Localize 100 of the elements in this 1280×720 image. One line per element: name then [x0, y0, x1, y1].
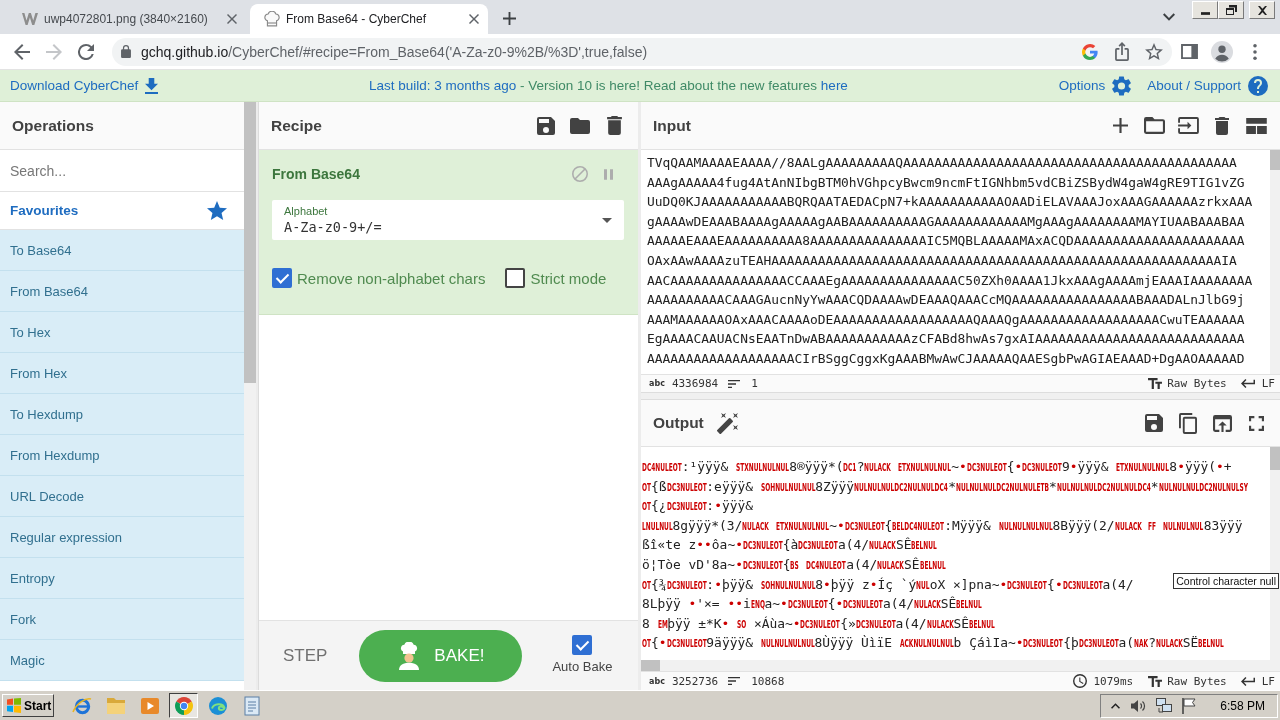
character-count: 3252736 — [671, 674, 719, 688]
link[interactable]: here — [820, 78, 848, 93]
chevron-down-icon[interactable] — [1163, 13, 1175, 21]
restore-button[interactable] — [1218, 1, 1244, 19]
play-icon — [139, 696, 160, 715]
save-icon[interactable] — [537, 116, 555, 135]
step-button[interactable]: STEP — [283, 645, 328, 666]
checkbox-label: Strict mode — [530, 269, 607, 287]
operation-item[interactable]: To Base64 — [0, 230, 244, 271]
scrollbar-thumb[interactable] — [1270, 150, 1280, 170]
text-format-icon — [1148, 378, 1163, 389]
reload-icon[interactable] — [78, 43, 94, 60]
save-icon[interactable] — [1145, 414, 1163, 432]
speaker-icon[interactable] — [1130, 698, 1147, 713]
download-link[interactable]: Download CyberChef — [10, 77, 159, 94]
lines-icon — [728, 379, 741, 388]
return-arrow-icon — [1240, 379, 1255, 388]
line-count: 1 — [751, 377, 758, 390]
output-line: OT{¾DC3NULEOT:•þÿÿ& SOHNULNULNUL8•þÿÿ z•Íç `ýNULoX ×]pna~•DC3NULEOT{•DC3NULEOTa(4/ — [642, 575, 1134, 594]
delete-icon[interactable] — [1215, 116, 1229, 135]
sidebar-icon[interactable] — [1180, 44, 1198, 59]
share-icon[interactable] — [1115, 42, 1129, 61]
scrollbar-thumb[interactable] — [641, 660, 660, 671]
operation-item[interactable]: To Hexdump — [0, 394, 244, 435]
line-ending-button[interactable]: LF — [1240, 377, 1275, 390]
checkbox[interactable] — [505, 268, 526, 288]
clock: 6:58 PM — [1220, 698, 1265, 713]
output-line: LNULNUL8gÿÿÿ*(3/NULACK ETXNULNULNUL~•DC3NULEOT{BELDC4NULEOT:Mÿÿÿ& NULNULNULNUL8Bÿÿÿ(2/NULACK FF NULNULNUL83ÿÿÿ — [642, 516, 1243, 535]
browser-tab[interactable]: uwp4072801.png (3840×2160) — [8, 4, 246, 34]
start-button[interactable]: Start — [2, 694, 54, 717]
copy-icon[interactable] — [1179, 412, 1197, 434]
checkbox[interactable] — [272, 268, 292, 288]
operation-item[interactable]: URL Decode — [0, 476, 244, 517]
tiles-icon[interactable] — [1245, 117, 1267, 134]
close-button[interactable] — [1249, 1, 1275, 19]
text-format-icon — [1148, 675, 1163, 687]
e-globe-icon — [71, 695, 92, 716]
chef-hat-icon — [264, 11, 280, 27]
encoding-button[interactable]: Raw Bytes — [1148, 377, 1227, 390]
browser-tab[interactable]: From Base64 - CyberChef — [250, 4, 488, 34]
folder-icon[interactable] — [1143, 117, 1165, 134]
star-icon — [207, 201, 227, 220]
profile-icon[interactable] — [1211, 40, 1233, 63]
panel-title: Input — [653, 116, 691, 135]
abc-label: abc — [649, 676, 665, 686]
line-ending-button[interactable]: LF — [1240, 674, 1275, 688]
gear-icon — [1112, 75, 1132, 96]
operation-item[interactable]: To Hex — [0, 312, 244, 353]
plus-icon[interactable] — [1112, 118, 1128, 133]
checkbox-label: Auto Bake — [552, 659, 613, 674]
magic-wand-icon[interactable] — [716, 412, 738, 434]
bookmark-star-icon[interactable] — [1145, 43, 1163, 60]
alphabet-field[interactable]: Alphabet A-Za-z0-9+/= — [272, 200, 624, 240]
encoding-button[interactable]: Raw Bytes — [1148, 674, 1227, 688]
scrollbar-thumb[interactable] — [244, 102, 256, 383]
options-link[interactable]: Options — [1058, 75, 1132, 96]
operation-item[interactable]: Regular expression — [0, 517, 244, 558]
link[interactable]: Last build: 3 months ago — [369, 78, 517, 93]
about-link[interactable]: About / Support — [1147, 75, 1268, 96]
address-bar[interactable]: gchq.github.io/CyberChef/#recipe=From_Base64('A-Za-z0-9%2B/%3D',true,false) — [112, 37, 1172, 66]
plus-icon[interactable] — [503, 12, 516, 25]
flag-icon[interactable] — [1182, 697, 1197, 714]
output-line: OT{¿DC3NULEOT:•ÿÿÿ& — [642, 497, 753, 516]
operation-item[interactable]: Fork — [0, 599, 244, 640]
checkbox[interactable] — [572, 635, 593, 655]
chevron-up-icon[interactable] — [1111, 702, 1121, 709]
scrollbar-thumb[interactable] — [1270, 447, 1280, 470]
operation-item[interactable]: From Base64 — [0, 271, 244, 312]
operation-item[interactable]: From Hexdump — [0, 435, 244, 476]
output-line: ö¦Tòe vD'8a~•DC3NULEOT{BS DC4NULEOTa(4/NULACKSÊBELNUL — [642, 555, 946, 574]
output-line: OT{ßDC3NULEOT:eÿÿÿ& SOHNULNULNUL8ZÿÿÿNULNULNULDC2NULNULDC4*NULNULNULDC2NULNULETB*NULNULNULDC2NULNULDC4*NULNULNULDC2NULNULSY — [642, 477, 1248, 496]
folder-icon[interactable] — [570, 117, 590, 134]
operation-item[interactable]: Magic — [0, 640, 244, 681]
minimize-button[interactable] — [1192, 1, 1218, 19]
output-line: 8 EMþÿÿ ±*K• SO ×Áùa~•DC3NULEOT{»DC3NULEOTa(4/NULACKSÊBELNUL — [642, 614, 995, 633]
swirl-icon — [208, 696, 227, 715]
close-icon[interactable] — [227, 14, 237, 24]
output-line: ßî«te z••ôa~•DC3NULEOT{àDC3NULEOTa(4/NULACKSÊBELNUL — [642, 536, 938, 555]
back-icon[interactable] — [14, 43, 30, 60]
panel-title: Operations — [12, 116, 94, 135]
delete-icon[interactable] — [606, 116, 622, 135]
close-icon[interactable] — [469, 14, 479, 24]
input-textarea[interactable]: TVqQAAMAAAAEAAAA//8AALgAAAAAAAAAQAAAAAAAAAAAAAAAAAAAAAAAAAAAAAAAAAAAAAAAAAAA AAAgAAAAA4fug4AtAnNIbgBTM0hVGhpcyBwcm9ncmFtIGNhbm5vdCBiZSBydW4gaW4gRE9TIG1vZG UuDQ0KJAAAAAAAAAAABQRQAATAEDACpN7+kAAAAAAAAAAAOAADiELAVAAAJoxAAAGAAAAAAzrkxAAA gAAAAwDEAAABAAAAgAAAAAgAABAAAAAAAAAAGAAAAAAAAAAAAMgAAAgAAAAAAAAMAYIUAABAAABAA AAAAAEAAAEAAAAAAAAAA8AAAAAAAAAAAAAAAIC5MQBLAAAAAMAxACQDAAAAAAAAAAAAAAAAAAAAAA OAxAAwAAAAzuTEAHAAAAAAAAAAAAAAAAAAAAAAAAAAAAAAAAAAAAAAAAAAAAAAAAAAAAAAAAAAIA AACAAAAAAAAAAAAAAACCAAAEgAAAAAAAAAAAAAAAC50ZXh0AAAA1JkxAAAgAAAAmjEAAAIAAAAAAAA AAAAAAAAAACAAAGAucnNyYwAAACQDAAAAwDEAAAQAAACcMQAAAAAAAAAAAAAAAABAAADALnJlbG9j AAAMAAAAAAOAxAAACAAAAoDEAAAAAAAAAAAAAAAAAAQAAAQgAAAAAAAAAAAAAAAAAACwuTEAAAAAA EgAAAACAAUACNsEAATnDwABAAAAAAAAAAAzCFABd8hwAs7gxAIAAAAAAAAAAAAAAAAAAAAAAAAAAA AAAAAAAAAAAAAAAAAAACIrBSggCggxKgAAABMwAwCJAAAAAQAAESgbPwAGIAEAAAD+DgAAOAAAAAD — [641, 150, 1270, 374]
output-line: OT{•DC3NULEOT9äÿÿÿ& NULNULNULNUL8Ùÿÿÿ ÙìïE ACKNULNULNULb ÇáìIa~•DC3NULEOT{þDC3NULEOTa(NAK?NULACKSËBELNUL — [642, 634, 1224, 653]
taskbar-button[interactable] — [169, 693, 198, 718]
operation-item[interactable]: Entropy — [0, 558, 244, 599]
minimize-icon — [1200, 12, 1210, 15]
g-logo-icon[interactable] — [1082, 43, 1098, 60]
operation-title: From Base64 — [272, 166, 360, 182]
fullscreen-icon[interactable] — [1248, 415, 1264, 431]
network-icon[interactable] — [1156, 697, 1173, 714]
close-icon — [1257, 5, 1267, 15]
bake-button[interactable]: BAKE! — [359, 629, 523, 682]
restore-icon — [1225, 5, 1237, 15]
bake-time: 1079ms — [1093, 674, 1134, 688]
more-icon[interactable] — [1253, 43, 1257, 60]
arrow-out-of-box-icon[interactable] — [1212, 414, 1232, 432]
operation-item[interactable]: From Hex — [0, 353, 244, 394]
download-icon — [145, 77, 159, 94]
arrow-into-box-icon[interactable] — [1177, 117, 1199, 134]
